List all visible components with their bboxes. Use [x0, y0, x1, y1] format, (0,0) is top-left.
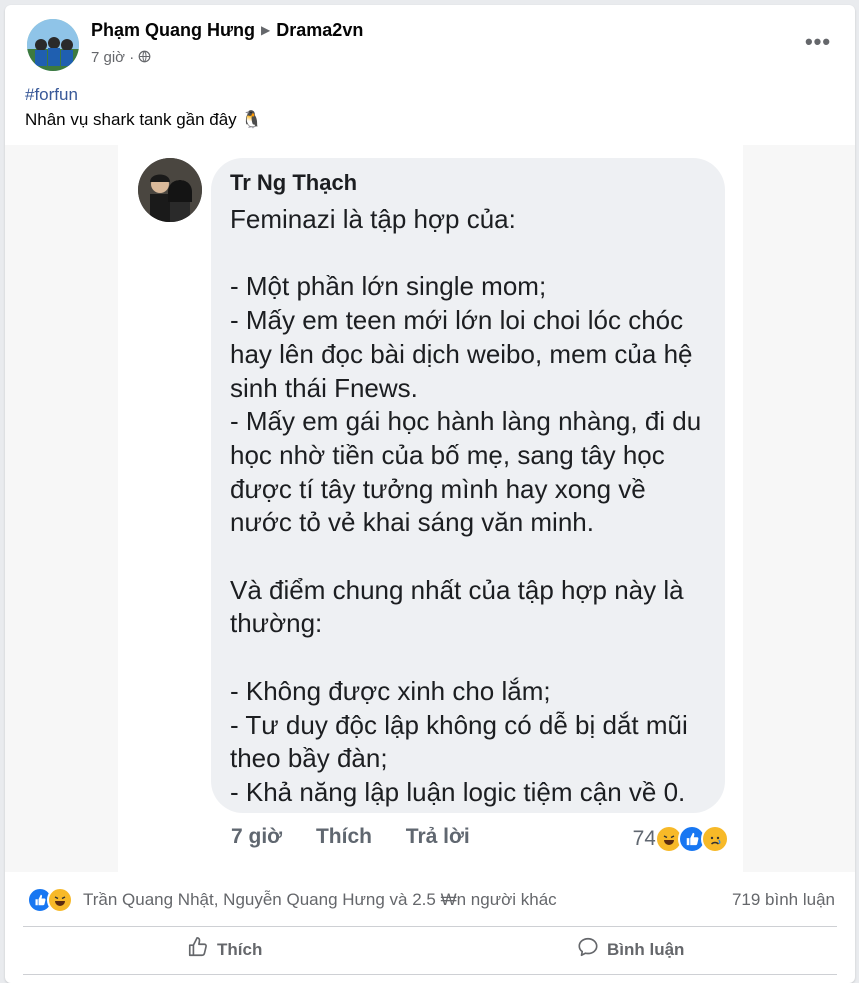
thumbs-up-icon [187, 936, 209, 963]
comment-button[interactable]: Bình luận [577, 936, 684, 963]
comment-time: 7 giờ [231, 825, 283, 848]
comment-reaction-count: 74 [632, 827, 656, 850]
reaction-summary: Trần Quang Nhật, Nguyễn Quang Hưng và 2.… [5, 872, 855, 926]
like-button[interactable]: Thích [187, 936, 262, 963]
globe-icon [138, 49, 151, 66]
comment-bubble: Tr Ng Thạch Feminazi là tập hợp của: - M… [211, 158, 725, 813]
action-bar: Thích Bình luận [5, 926, 855, 974]
group-name[interactable]: Drama2vn [276, 20, 363, 40]
post-card: Phạm Quang Hưng ▶ Drama2vn 7 giờ · ••• #fo… [5, 5, 855, 983]
hashtag-link[interactable]: #forfun [25, 82, 263, 107]
comment-reactions: 74 [633, 825, 729, 853]
divider [23, 974, 837, 975]
sad-icon [701, 825, 729, 853]
comment-count-link[interactable]: 719 bình luận [732, 890, 835, 910]
penguin-emoji: 🐧 [241, 110, 263, 129]
post-image[interactable]: Tr Ng Thạch Feminazi là tập hợp của: - M… [5, 145, 855, 872]
more-options-icon[interactable]: ••• [803, 27, 833, 57]
comment-icon [577, 936, 599, 963]
post-time[interactable]: 7 giờ [91, 49, 125, 66]
comment-reply-link: Trả lời [405, 825, 470, 848]
comment-text: Feminazi là tập hợp của: - Một phần lớn … [230, 204, 702, 807]
reactors-list[interactable]: Trần Quang Nhật, Nguyễn Quang Hưng và 2.… [83, 890, 557, 910]
commenter-name: Tr Ng Thạch [230, 170, 358, 195]
commenter-avatar [138, 158, 202, 222]
post-text: Nhân vụ shark tank gần đây [25, 110, 237, 129]
comment-button-label: Bình luận [607, 939, 685, 959]
comment-like-link: Thích [315, 825, 372, 848]
author-name[interactable]: Phạm Quang Hưng [91, 20, 255, 40]
like-button-label: Thích [217, 939, 263, 959]
caret-right-icon: ▶ [261, 23, 271, 37]
author-avatar[interactable] [27, 19, 79, 71]
haha-icon[interactable] [47, 887, 73, 913]
comment-actions: 7 giờ Thích Trả lời [231, 825, 498, 849]
